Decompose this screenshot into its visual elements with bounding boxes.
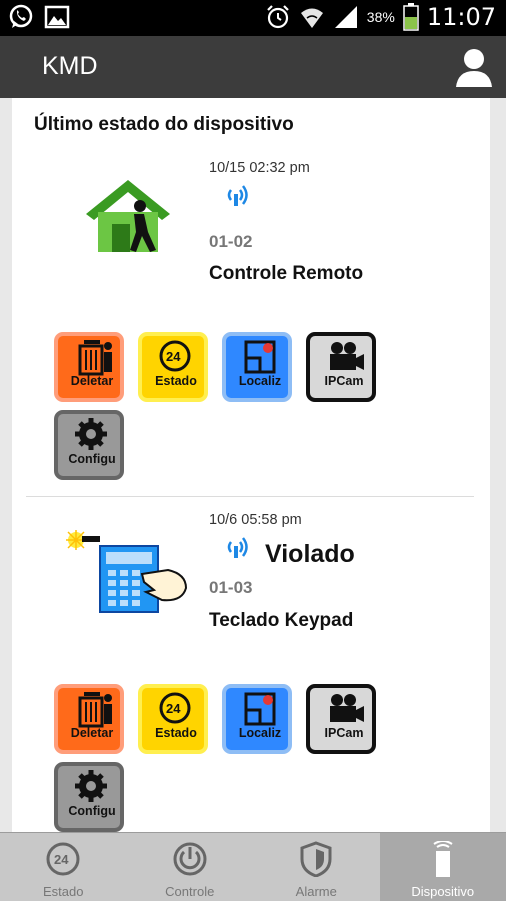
action-bar: KMD xyxy=(0,36,506,100)
button-label: Estado xyxy=(142,374,208,388)
device-item: 10/6 05:58 pm Violado 01-03 Teclado Keyp… xyxy=(12,450,490,800)
device-list: Último estado do dispositivo 10/15 02:32… xyxy=(12,98,490,832)
signal-icon xyxy=(333,4,359,30)
content-area: Último estado do dispositivo 10/15 02:32… xyxy=(0,98,506,832)
camera-icon xyxy=(310,688,372,750)
button-label: IPCam xyxy=(310,726,376,740)
device-name: Controle Remoto xyxy=(209,263,363,285)
button-label: Localiz xyxy=(226,374,292,388)
clock: 11:07 xyxy=(427,3,496,31)
tab-label: Controle xyxy=(127,884,254,899)
button-label: Configu xyxy=(58,804,124,818)
tab-alarme[interactable]: Alarme xyxy=(253,833,380,901)
button-label: Estado xyxy=(142,726,208,740)
app-title: KMD xyxy=(42,52,98,81)
bottom-nav: 24 Estado Controle Alarme Dispositivo xyxy=(0,832,506,901)
device-code: 01-02 xyxy=(209,232,252,252)
account-icon[interactable] xyxy=(454,45,494,87)
svg-text:24: 24 xyxy=(166,701,181,716)
tab-label: Estado xyxy=(0,884,127,899)
config-button[interactable]: Configu xyxy=(54,762,124,832)
gear-icon xyxy=(58,766,120,828)
battery-icon xyxy=(403,3,419,31)
battery-percent: 38% xyxy=(367,9,395,25)
state-button[interactable]: 24 Estado xyxy=(138,684,208,754)
locate-button[interactable]: Localiz xyxy=(222,684,292,754)
sensor-device-icon xyxy=(423,841,463,877)
image-icon xyxy=(44,4,70,30)
device-timestamp: 10/6 05:58 pm xyxy=(209,512,302,528)
svg-text:24: 24 xyxy=(54,852,69,867)
button-label: Localiz xyxy=(226,726,292,740)
delete-button[interactable]: Deletar xyxy=(54,684,124,754)
tab-estado[interactable]: 24 Estado xyxy=(0,833,127,901)
whatsapp-icon xyxy=(8,4,34,30)
locate-button[interactable]: Localiz xyxy=(222,332,292,402)
device-status: Violado xyxy=(265,540,355,569)
status-bar: 38% 11:07 xyxy=(0,0,506,36)
tab-controle[interactable]: Controle xyxy=(127,833,254,901)
keypad-hand-icon xyxy=(58,530,188,614)
ipcam-button[interactable]: IPCam xyxy=(306,332,376,402)
trash-icon xyxy=(58,336,120,398)
24hr-icon: 24 xyxy=(142,336,204,398)
wireless-signal-icon xyxy=(222,182,252,208)
device-code: 01-03 xyxy=(209,578,252,598)
button-label: Deletar xyxy=(58,374,124,388)
shield-icon xyxy=(296,841,336,877)
state-button[interactable]: 24 Estado xyxy=(138,332,208,402)
ipcam-button[interactable]: IPCam xyxy=(306,684,376,754)
alarm-icon xyxy=(265,4,291,30)
house-person-icon xyxy=(78,176,178,256)
24hr-icon: 24 xyxy=(142,688,204,750)
device-timestamp: 10/15 02:32 pm xyxy=(209,160,310,176)
trash-icon xyxy=(58,688,120,750)
camera-icon xyxy=(310,336,372,398)
wireless-signal-icon xyxy=(222,534,252,560)
location-map-icon xyxy=(226,688,288,750)
tab-dispositivo[interactable]: Dispositivo xyxy=(380,833,506,901)
tab-label: Alarme xyxy=(253,884,380,899)
wifi-icon xyxy=(299,4,325,30)
24hr-icon: 24 xyxy=(43,841,83,877)
device-name: Teclado Keypad xyxy=(209,610,353,632)
delete-button[interactable]: Deletar xyxy=(54,332,124,402)
button-label: IPCam xyxy=(310,374,376,388)
tab-label: Dispositivo xyxy=(380,884,506,899)
svg-text:24: 24 xyxy=(166,349,181,364)
location-map-icon xyxy=(226,336,288,398)
device-item: 10/15 02:32 pm 01-02 Controle Remoto Del… xyxy=(12,98,490,448)
power-icon xyxy=(170,841,210,877)
button-label: Deletar xyxy=(58,726,124,740)
